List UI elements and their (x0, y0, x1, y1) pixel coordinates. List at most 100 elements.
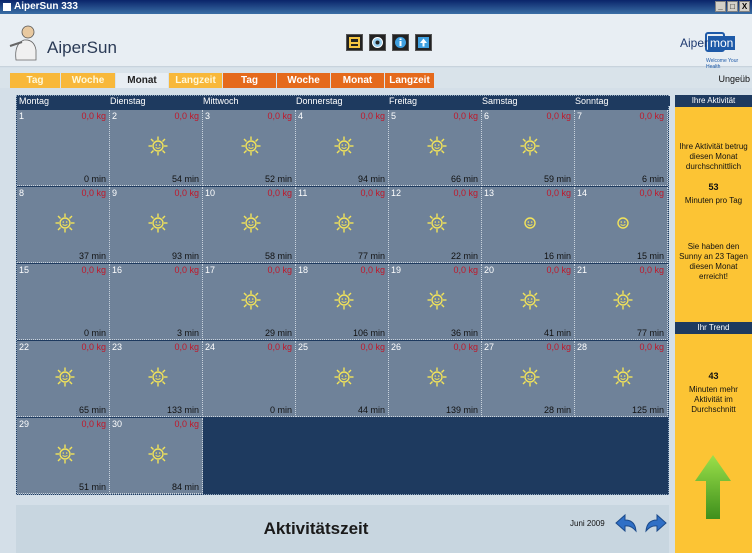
print-icon (349, 37, 360, 48)
day-cell[interactable]: 18 0,0 kg 106 min (296, 264, 389, 340)
day-cell[interactable]: 13 0,0 kg 16 min (482, 187, 575, 263)
day-minutes: 59 min (543, 174, 571, 184)
window-title: AiperSun 333 (14, 1, 78, 12)
brand-logo: Aiper mon (680, 36, 736, 50)
day-cell[interactable]: 1 0,0 kg 0 min (17, 110, 110, 186)
activity-unit: Minuten pro Tag (684, 196, 743, 205)
day-number: 1 (19, 111, 25, 121)
day-cell[interactable]: 11 0,0 kg 77 min (296, 187, 389, 263)
day-cell[interactable]: 21 0,0 kg 77 min (575, 264, 668, 340)
day-minutes: 0 min (83, 328, 106, 338)
sunny-text: Sie haben den Sunny an 23 Tagen diesen M… (679, 242, 748, 281)
day-cell[interactable]: 15 0,0 kg 0 min (17, 264, 110, 340)
day-weight: 0,0 kg (174, 188, 199, 198)
weekday-tuesday: Dienstag (110, 96, 146, 106)
app-logo-text: AiperSun (47, 38, 117, 57)
day-number: 12 (391, 188, 402, 198)
day-minutes: 84 min (171, 482, 199, 492)
day-cell[interactable]: 30 0,0 kg 84 min (110, 418, 203, 494)
back-arrow-icon[interactable] (613, 512, 639, 534)
minimize-button[interactable]: _ (715, 1, 726, 12)
day-number: 17 (205, 265, 216, 275)
day-cell[interactable]: 12 0,0 kg 22 min (389, 187, 482, 263)
sun-icon (55, 444, 75, 464)
day-number: 23 (112, 342, 123, 352)
day-cell[interactable]: 20 0,0 kg 41 min (482, 264, 575, 340)
day-cell[interactable]: 27 0,0 kg 28 min (482, 341, 575, 417)
day-cell[interactable]: 19 0,0 kg 36 min (389, 264, 482, 340)
tab-monat-2[interactable]: Monat (331, 73, 384, 88)
day-cell[interactable]: 10 0,0 kg 58 min (203, 187, 296, 263)
day-cell[interactable]: 26 0,0 kg 139 min (389, 341, 482, 417)
day-minutes: 133 min (166, 405, 199, 415)
trend-text: Minuten mehr Aktivität im Durchschnitt (689, 385, 738, 414)
day-cell[interactable]: 2 0,0 kg 54 min (110, 110, 203, 186)
day-number: 27 (484, 342, 495, 352)
day-number: 14 (577, 188, 588, 198)
info-button[interactable] (392, 34, 409, 51)
day-weight: 0,0 kg (81, 342, 106, 352)
day-weight: 0,0 kg (546, 342, 571, 352)
day-cell[interactable]: 4 0,0 kg 94 min (296, 110, 389, 186)
tab-monat-1[interactable]: Monat (116, 73, 168, 88)
day-weight: 0,0 kg (546, 111, 571, 121)
day-number: 16 (112, 265, 123, 275)
info-icon (395, 37, 406, 48)
day-cell[interactable]: 28 0,0 kg 125 min (575, 341, 668, 417)
day-number: 24 (205, 342, 216, 352)
day-cell[interactable]: 16 0,0 kg 3 min (110, 264, 203, 340)
day-cell[interactable]: 22 0,0 kg 65 min (17, 341, 110, 417)
month-year-label: Juni 2009 (570, 519, 605, 528)
day-cell[interactable]: 9 0,0 kg 93 min (110, 187, 203, 263)
app-icon (3, 3, 11, 11)
close-button[interactable]: X (739, 1, 750, 12)
day-cell[interactable]: 6 0,0 kg 59 min (482, 110, 575, 186)
weekday-header: Montag Dienstag Mittwoch Donnerstag Frei… (17, 96, 670, 106)
day-cell[interactable]: 24 0,0 kg 0 min (203, 341, 296, 417)
footer-bar: Aktivitätszeit Juni 2009 (16, 505, 669, 553)
day-weight: 0,0 kg (453, 265, 478, 275)
weekday-wednesday: Mittwoch (203, 96, 239, 106)
activity-header: Ihre Aktivität (675, 95, 752, 107)
day-minutes: 66 min (450, 174, 478, 184)
sun-icon (334, 136, 354, 156)
tab-woche-1[interactable]: Woche (61, 73, 115, 88)
day-weight: 0,0 kg (360, 188, 385, 198)
day-cell[interactable]: 25 0,0 kg 44 min (296, 341, 389, 417)
day-number: 21 (577, 265, 588, 275)
day-weight: 0,0 kg (639, 188, 664, 198)
day-minutes: 44 min (357, 405, 385, 415)
day-cell[interactable]: 3 0,0 kg 52 min (203, 110, 296, 186)
print-button[interactable] (346, 34, 363, 51)
forward-arrow-icon[interactable] (643, 512, 669, 534)
tab-langzeit-2[interactable]: Langzeit (385, 73, 434, 88)
day-cell[interactable]: 5 0,0 kg 66 min (389, 110, 482, 186)
tab-tag-2[interactable]: Tag (223, 73, 276, 88)
settings-button[interactable] (369, 34, 386, 51)
day-cell[interactable]: 17 0,0 kg 29 min (203, 264, 296, 340)
day-minutes: 125 min (631, 405, 664, 415)
sun-icon (520, 136, 540, 156)
day-cell[interactable]: 8 0,0 kg 37 min (17, 187, 110, 263)
upload-button[interactable] (415, 34, 432, 51)
day-cell[interactable]: 23 0,0 kg 133 min (110, 341, 203, 417)
weekday-friday: Freitag (389, 96, 418, 106)
day-number: 5 (391, 111, 397, 121)
smiley-icon (520, 213, 540, 233)
day-cell[interactable]: 7 0,0 kg 6 min (575, 110, 668, 186)
tab-langzeit-1[interactable]: Langzeit (169, 73, 222, 88)
day-minutes: 106 min (352, 328, 385, 338)
day-minutes: 93 min (171, 251, 199, 261)
tab-tag-1[interactable]: Tag (10, 73, 60, 88)
day-weight: 0,0 kg (360, 111, 385, 121)
day-cell[interactable]: 14 0,0 kg 15 min (575, 187, 668, 263)
day-cell[interactable]: 29 0,0 kg 51 min (17, 418, 110, 494)
day-number: 13 (484, 188, 495, 198)
tab-woche-2[interactable]: Woche (277, 73, 330, 88)
day-number: 9 (112, 188, 118, 198)
chart-caption: Aktivitätszeit (263, 519, 369, 538)
day-minutes: 3 min (176, 328, 199, 338)
maximize-button[interactable]: □ (727, 1, 738, 12)
summary-panel: Ihre Aktivität Ihre Aktivität betrug die… (675, 95, 752, 553)
day-minutes: 36 min (450, 328, 478, 338)
